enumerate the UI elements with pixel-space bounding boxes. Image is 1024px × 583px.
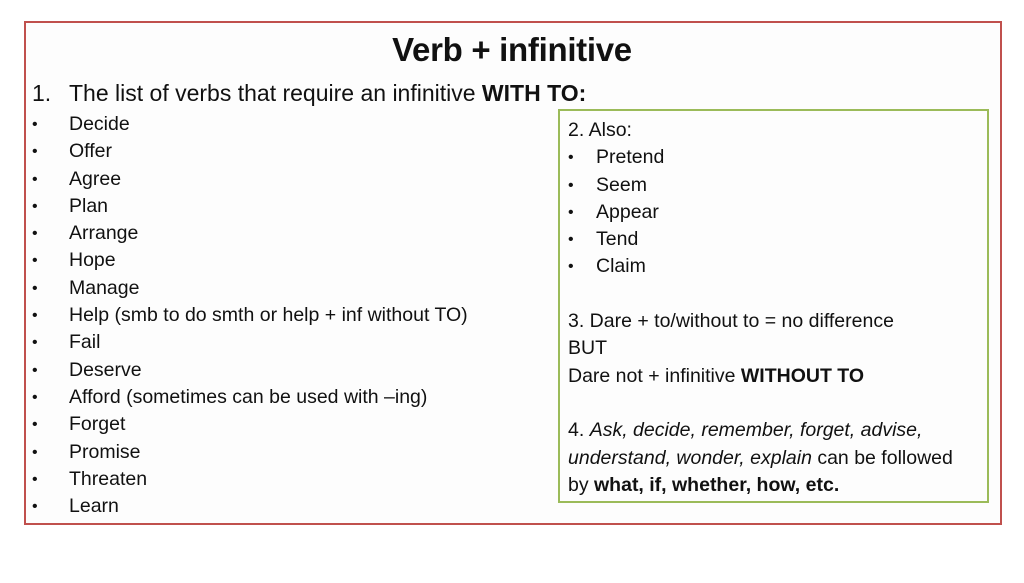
list-item: • Forget <box>32 411 468 438</box>
list-item: • Arrange <box>32 220 468 247</box>
section-4-text-2: can be followed <box>811 446 953 469</box>
section-1-text: The list of verbs that require an infini… <box>69 80 482 106</box>
list-item: • Hope <box>32 247 468 274</box>
bullet-icon: • <box>568 176 574 194</box>
section-4-italic-1: Ask, decide, remember, forget, advise, <box>589 419 923 442</box>
list-item-text: Claim <box>596 255 646 278</box>
bullet-icon: • <box>32 416 38 434</box>
list-item-text: Deserve <box>69 358 142 381</box>
section-3-line-3: Dare not + infinitive WITHOUT TO <box>568 363 953 390</box>
list-item-text: Plan <box>69 194 109 217</box>
section-4-line-3: by what, if, whether, how, etc. <box>568 472 953 499</box>
list-item: • Claim <box>568 253 953 280</box>
list-item: • Learn <box>32 493 468 520</box>
bullet-icon: • <box>32 470 38 488</box>
section-4-text-3: by <box>568 473 595 496</box>
section-4-line-2: understand, wonder, explain can be follo… <box>568 445 953 472</box>
list-item-text: Help (smb to do smth or help + inf witho… <box>69 304 468 327</box>
section-3-line-1: 3. Dare + to/without to = no difference <box>568 310 894 333</box>
section-1-number: 1. <box>32 80 52 106</box>
bullet-icon: • <box>568 231 574 249</box>
list-item: • Promise <box>32 439 468 466</box>
bullet-icon: • <box>32 307 38 325</box>
list-item: • Tend <box>568 226 953 253</box>
section-1-emphasis: WITH TO: <box>481 80 587 106</box>
bullet-icon: • <box>32 197 38 215</box>
list-item-text: Seem <box>596 173 647 196</box>
list-item-text: Pretend <box>596 146 665 169</box>
section-4-italic-2: understand, wonder, explain <box>568 446 812 469</box>
list-item: • Decide <box>32 111 468 138</box>
list-item-text: Threaten <box>69 467 148 490</box>
list-item-text: Forget <box>69 413 126 436</box>
list-item: • Help (smb to do smth or help + inf with… <box>32 302 468 329</box>
bullet-icon: • <box>32 361 38 379</box>
section-4-prefix: 4. <box>568 419 590 442</box>
list-item: • Seem <box>568 172 953 199</box>
bullet-icon: • <box>32 279 38 297</box>
list-item: • Plan <box>32 193 468 220</box>
bullet-icon: • <box>32 498 38 516</box>
list-item: • Agree <box>32 166 468 193</box>
section-1-heading: 1. The list of verbs that require an infi… <box>32 78 586 108</box>
section-3-line-2: BUT <box>568 337 607 360</box>
list-item: • Pretend <box>568 144 953 171</box>
bullet-icon: • <box>32 252 38 270</box>
list-item: • Deserve <box>32 357 468 384</box>
section-3-line-3-bold: WITHOUT TO <box>740 364 865 387</box>
list-item: • Appear <box>568 199 953 226</box>
bullet-icon: • <box>32 443 38 461</box>
bullet-icon: • <box>32 334 38 352</box>
section-3-line-3-text: Dare not + infinitive <box>568 364 741 387</box>
list-item-text: Tend <box>596 228 639 251</box>
list-item-text: Promise <box>69 440 141 463</box>
bullet-icon: • <box>32 143 38 161</box>
section-4-line-1: 4. Ask, decide, remember, forget, advise… <box>568 417 953 444</box>
bullet-icon: • <box>568 203 574 221</box>
list-item-text: Manage <box>69 276 140 299</box>
list-item: • Offer <box>32 138 468 165</box>
list-item-text: Offer <box>69 140 112 163</box>
list-item: • Fail <box>32 329 468 356</box>
notes-box: 2. Also: • Pretend • Seem • Appear • Tend • Claim… <box>558 109 989 503</box>
list-item-text: Fail <box>69 331 101 354</box>
list-item-text: Arrange <box>69 222 139 245</box>
list-item: • Threaten <box>32 466 468 493</box>
list-item-text: Agree <box>69 167 122 190</box>
section-2-heading: 2. Also: <box>568 119 632 141</box>
section-4-bold-3: what, if, whether, how, etc. <box>594 473 840 496</box>
bullet-icon: • <box>32 225 38 243</box>
list-item: • Manage <box>32 275 468 302</box>
slide-title: Verb + infinitive <box>392 31 632 68</box>
bullet-icon: • <box>32 116 38 133</box>
bullet-icon: • <box>32 388 38 406</box>
bullet-icon: • <box>568 149 574 167</box>
verb-list: • Decide • Offer • Agree • Plan • Arrange • Hope • Ma… <box>32 111 468 520</box>
list-item-text: Decide <box>69 113 130 135</box>
list-item: • Afford (sometimes can be used with –ing… <box>32 384 468 411</box>
bullet-icon: • <box>568 258 574 276</box>
section-2-list: • Pretend • Seem • Appear • Tend • Claim <box>568 144 953 280</box>
list-item-text: Hope <box>69 249 116 272</box>
bullet-icon: • <box>32 170 38 188</box>
list-item-text: Afford (sometimes can be used with –ing) <box>69 385 428 408</box>
list-item-text: Appear <box>596 200 659 223</box>
list-item-text: Learn <box>69 495 119 518</box>
